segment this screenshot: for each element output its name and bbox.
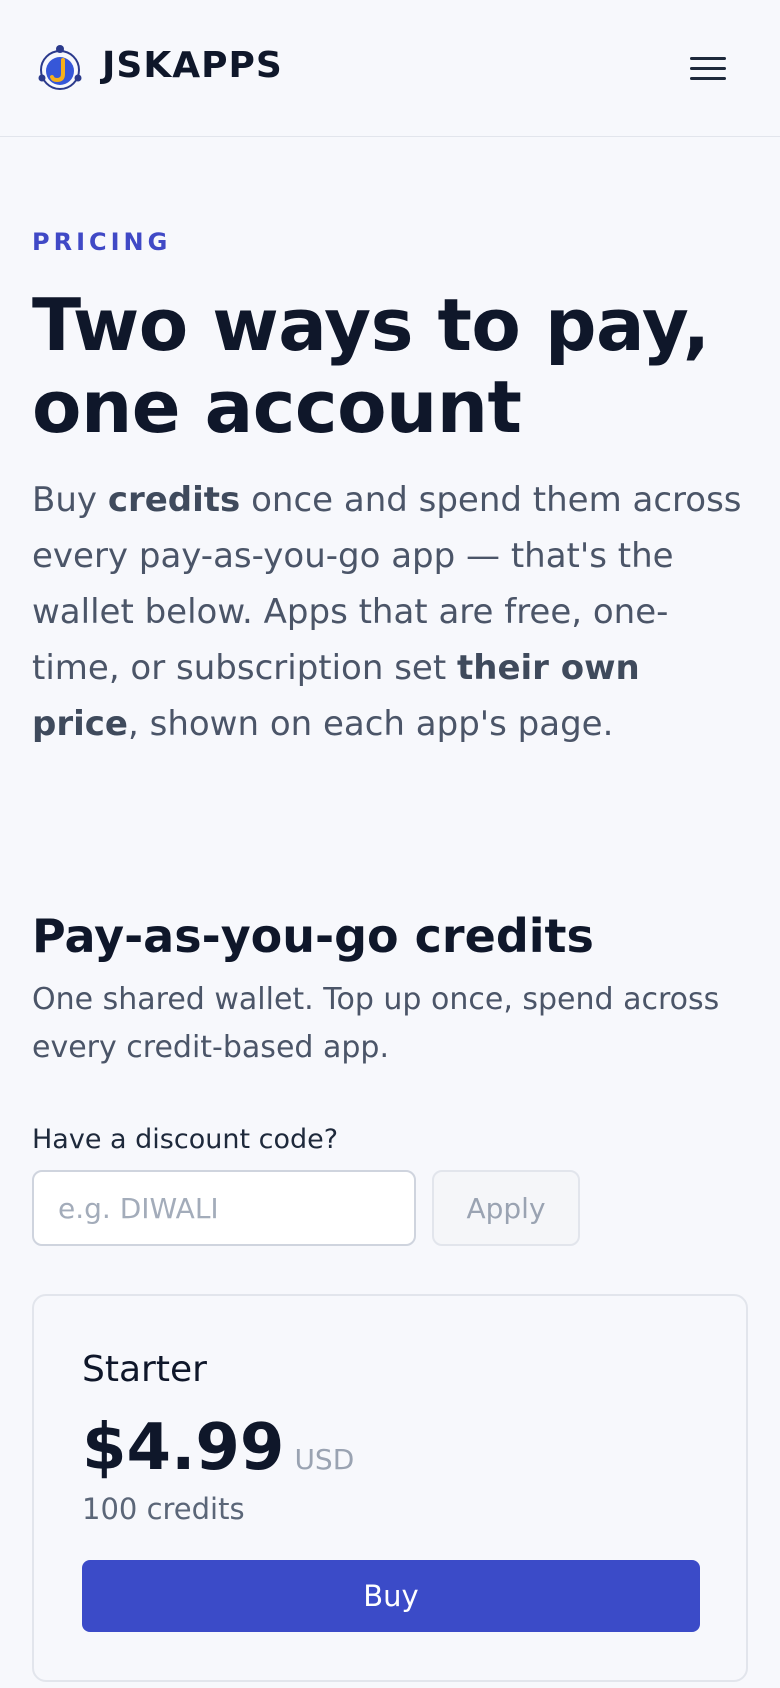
plan-card-starter: Starter $4.99 USD 100 credits Buy	[32, 1294, 748, 1682]
plan-name: Starter	[82, 1349, 207, 1390]
desc-text-1: Buy	[32, 480, 108, 520]
desc-text-3: , shown on each app's page.	[127, 704, 614, 744]
buy-starter-button[interactable]: Buy	[82, 1560, 700, 1632]
plan-price-row: $4.99 USD	[82, 1410, 354, 1486]
credits-section-title: Pay-as-you-go credits	[32, 909, 594, 963]
pricing-description: Buy credits once and spend them across e…	[32, 472, 752, 752]
hamburger-menu-icon[interactable]	[680, 48, 736, 88]
apply-discount-button[interactable]: Apply	[432, 1170, 580, 1246]
page-title: Two ways to pay, one account	[32, 283, 710, 449]
credits-section-description: One shared wallet. Top up once, spend ac…	[32, 982, 720, 1065]
plan-credits: 100 credits	[82, 1492, 245, 1526]
plan-currency: USD	[294, 1443, 355, 1476]
discount-code-label: Have a discount code?	[32, 1124, 339, 1155]
jskapps-logo-icon[interactable]	[36, 44, 84, 92]
brand-name[interactable]: JSKAPPS	[102, 44, 283, 88]
plan-price: $4.99	[82, 1411, 285, 1485]
discount-code-input[interactable]	[32, 1170, 416, 1246]
desc-bold-credits: credits	[107, 480, 241, 520]
pricing-eyebrow: PRICING	[32, 228, 172, 256]
site-header: JSKAPPS	[0, 0, 780, 137]
